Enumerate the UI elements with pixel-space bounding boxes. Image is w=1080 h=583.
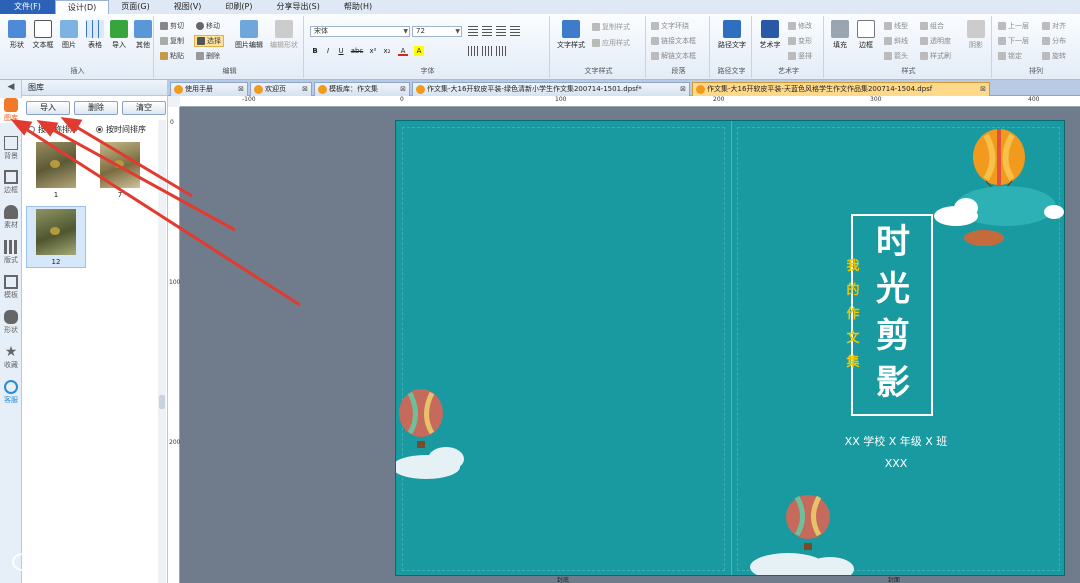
watermark-logo-icon <box>12 553 34 571</box>
watermark-text: 大数跨境 <box>40 554 105 573</box>
annotation-arrows <box>10 117 301 307</box>
watermark: 大数跨境 <box>12 550 104 574</box>
